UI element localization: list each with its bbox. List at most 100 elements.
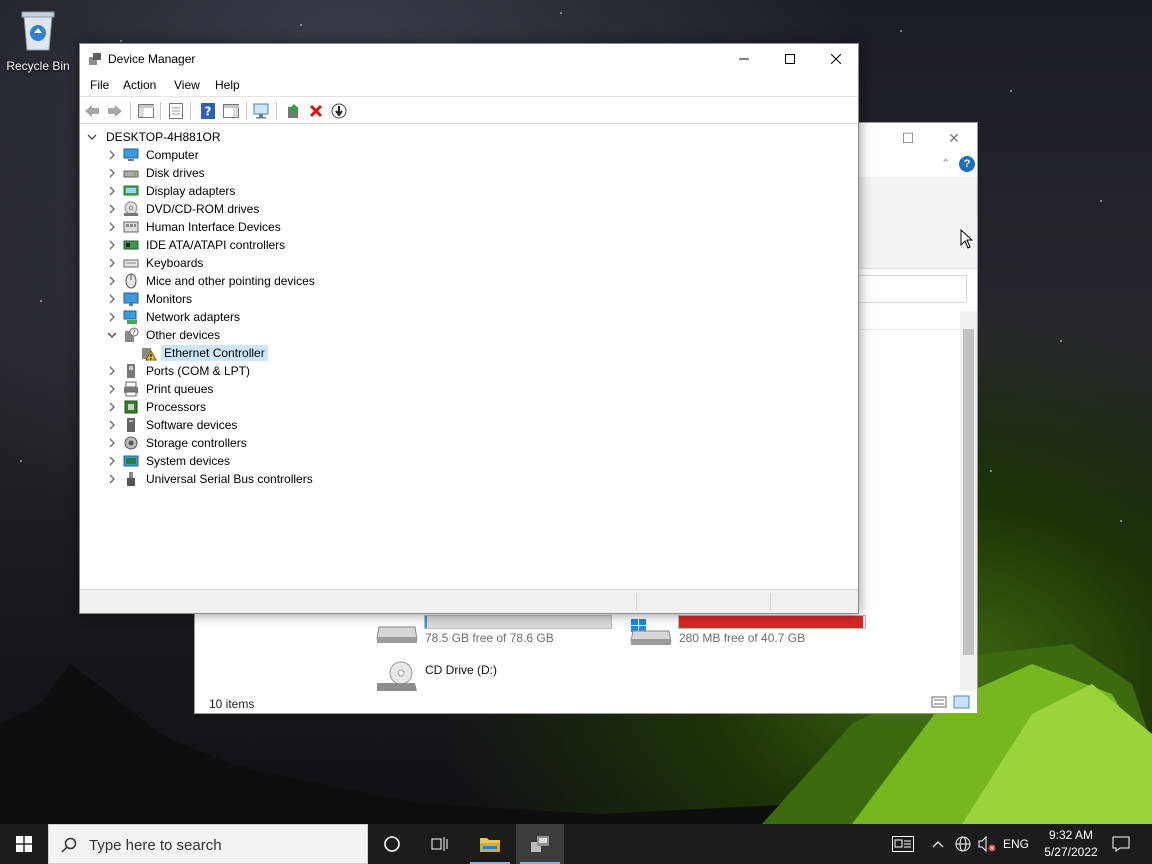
forward-button[interactable]: [105, 101, 125, 121]
tree-category[interactable]: Processors: [106, 398, 209, 416]
close-button[interactable]: [813, 44, 859, 74]
start-button[interactable]: [0, 824, 48, 864]
device-manager-titlebar[interactable]: Device Manager: [80, 44, 858, 74]
tree-category[interactable]: Ports (COM & LPT): [106, 362, 253, 380]
tree-item-label: Human Interface Devices: [146, 220, 281, 234]
ide-controller-icon: [123, 237, 139, 253]
taskbar: Type here to search ENG 9:32 AM 5/27/202…: [0, 824, 1152, 864]
search-box[interactable]: [855, 275, 967, 303]
view-toggle-icons[interactable]: [931, 695, 971, 709]
network-tray-button[interactable]: [952, 824, 974, 864]
cortana-button[interactable]: [368, 824, 416, 864]
back-button[interactable]: [82, 101, 102, 121]
tree-category[interactable]: System devices: [106, 452, 233, 470]
chevron-right-icon[interactable]: [106, 419, 118, 431]
device-tree[interactable]: DESKTOP-4H881OR Computer Disk drives Displ…: [80, 125, 858, 588]
chevron-right-icon[interactable]: [106, 293, 118, 305]
properties-icon: [169, 103, 183, 119]
chevron-right-icon[interactable]: [106, 221, 118, 233]
minimize-button[interactable]: [721, 44, 767, 74]
tree-item-label: Software devices: [146, 418, 238, 432]
hard-drive-icon: [376, 626, 418, 643]
tree-category[interactable]: Display adapters: [106, 182, 238, 200]
update-driver-button[interactable]: [284, 101, 304, 121]
language-indicator[interactable]: ENG: [1000, 824, 1032, 864]
chevron-right-icon[interactable]: [106, 275, 118, 287]
device-manager-taskbar-button[interactable]: [516, 824, 564, 864]
chevron-right-icon[interactable]: [106, 455, 118, 467]
explorer-maximize-button[interactable]: ☐: [885, 127, 931, 149]
tree-category[interactable]: Print queues: [106, 380, 216, 398]
volume-tray-button[interactable]: [976, 824, 998, 864]
disable-device-icon: [331, 103, 347, 119]
task-view-button[interactable]: [416, 824, 464, 864]
scan-hardware-button[interactable]: [252, 101, 272, 121]
chevron-right-icon[interactable]: [106, 383, 118, 395]
tree-item-label: Ethernet Controller: [161, 345, 268, 361]
chevron-down-icon[interactable]: [106, 329, 118, 341]
menu-view[interactable]: View: [174, 78, 200, 92]
chevron-right-icon[interactable]: [106, 365, 118, 377]
help-icon[interactable]: ?: [959, 156, 975, 172]
tree-category[interactable]: Monitors: [106, 290, 195, 308]
tree-category[interactable]: ? Other devices: [106, 326, 223, 344]
status-divider: [770, 593, 771, 610]
drive-d-label: CD Drive (D:): [425, 663, 497, 677]
recycle-bin-desktop-icon[interactable]: Recycle Bin: [4, 8, 72, 73]
chevron-right-icon[interactable]: [106, 473, 118, 485]
action-pane-button[interactable]: [221, 101, 241, 121]
window-title: Device Manager: [108, 52, 196, 66]
toolbar-separator: [246, 102, 247, 120]
chevron-right-icon[interactable]: [106, 167, 118, 179]
chevron-right-icon[interactable]: [106, 311, 118, 323]
menu-file[interactable]: File: [90, 78, 109, 92]
chevron-right-icon[interactable]: [106, 185, 118, 197]
tree-category[interactable]: IDE ATA/ATAPI controllers: [106, 236, 288, 254]
vertical-scrollbar[interactable]: [960, 311, 977, 691]
status-divider: [636, 593, 637, 610]
menu-help[interactable]: Help: [215, 78, 240, 92]
ribbon-collapse-icon[interactable]: ⌃: [941, 157, 950, 170]
file-explorer-taskbar-button[interactable]: [466, 824, 514, 864]
drive-e-free-text: 280 MB free of 40.7 GB: [679, 631, 806, 645]
tree-category[interactable]: Network adapters: [106, 308, 243, 326]
news-widget-button[interactable]: [884, 824, 922, 864]
tree-item-label: IDE ATA/ATAPI controllers: [146, 238, 286, 252]
chevron-right-icon[interactable]: [106, 437, 118, 449]
show-hidden-icons-button[interactable]: [926, 824, 950, 864]
tree-category[interactable]: Mice and other pointing devices: [106, 272, 318, 290]
tree-item-label: DVD/CD-ROM drives: [146, 202, 260, 216]
tree-category[interactable]: Universal Serial Bus controllers: [106, 470, 316, 488]
uninstall-device-button[interactable]: [306, 101, 326, 121]
tree-category[interactable]: Computer: [106, 146, 202, 164]
tree-category[interactable]: Storage controllers: [106, 434, 250, 452]
tree-category[interactable]: Software devices: [106, 416, 240, 434]
chevron-right-icon[interactable]: [106, 203, 118, 215]
chevron-right-icon[interactable]: [106, 239, 118, 251]
tree-category[interactable]: Keyboards: [106, 254, 206, 272]
action-center-button[interactable]: [1104, 824, 1138, 864]
scrollbar-thumb[interactable]: [963, 329, 974, 655]
tree-category[interactable]: Human Interface Devices: [106, 218, 284, 236]
properties-button[interactable]: [166, 101, 186, 121]
maximize-button[interactable]: [767, 44, 813, 74]
chevron-right-icon[interactable]: [106, 257, 118, 269]
tree-category[interactable]: DVD/CD-ROM drives: [106, 200, 262, 218]
chevron-down-icon[interactable]: [86, 131, 98, 143]
show-hide-console-tree-button[interactable]: [136, 101, 156, 121]
menu-action[interactable]: Action: [123, 78, 156, 92]
taskbar-search-box[interactable]: Type here to search: [48, 824, 368, 864]
explorer-close-button[interactable]: ✕: [931, 127, 977, 149]
port-icon: [123, 363, 139, 379]
taskbar-clock[interactable]: 9:32 AM 5/27/2022: [1038, 827, 1104, 861]
chevron-right-icon[interactable]: [106, 401, 118, 413]
chevron-right-icon[interactable]: [106, 149, 118, 161]
item-count: 10 items: [209, 697, 255, 711]
tree-root[interactable]: DESKTOP-4H881OR: [86, 128, 224, 146]
device-manager-window[interactable]: Device Manager File Action View Help ? D…: [79, 43, 859, 614]
tree-device-item[interactable]: Ethernet Controller: [124, 344, 268, 362]
disable-device-button[interactable]: [329, 101, 349, 121]
tree-item-label: Computer: [146, 148, 199, 162]
tree-category[interactable]: Disk drives: [106, 164, 208, 182]
help-button[interactable]: ?: [198, 101, 218, 121]
